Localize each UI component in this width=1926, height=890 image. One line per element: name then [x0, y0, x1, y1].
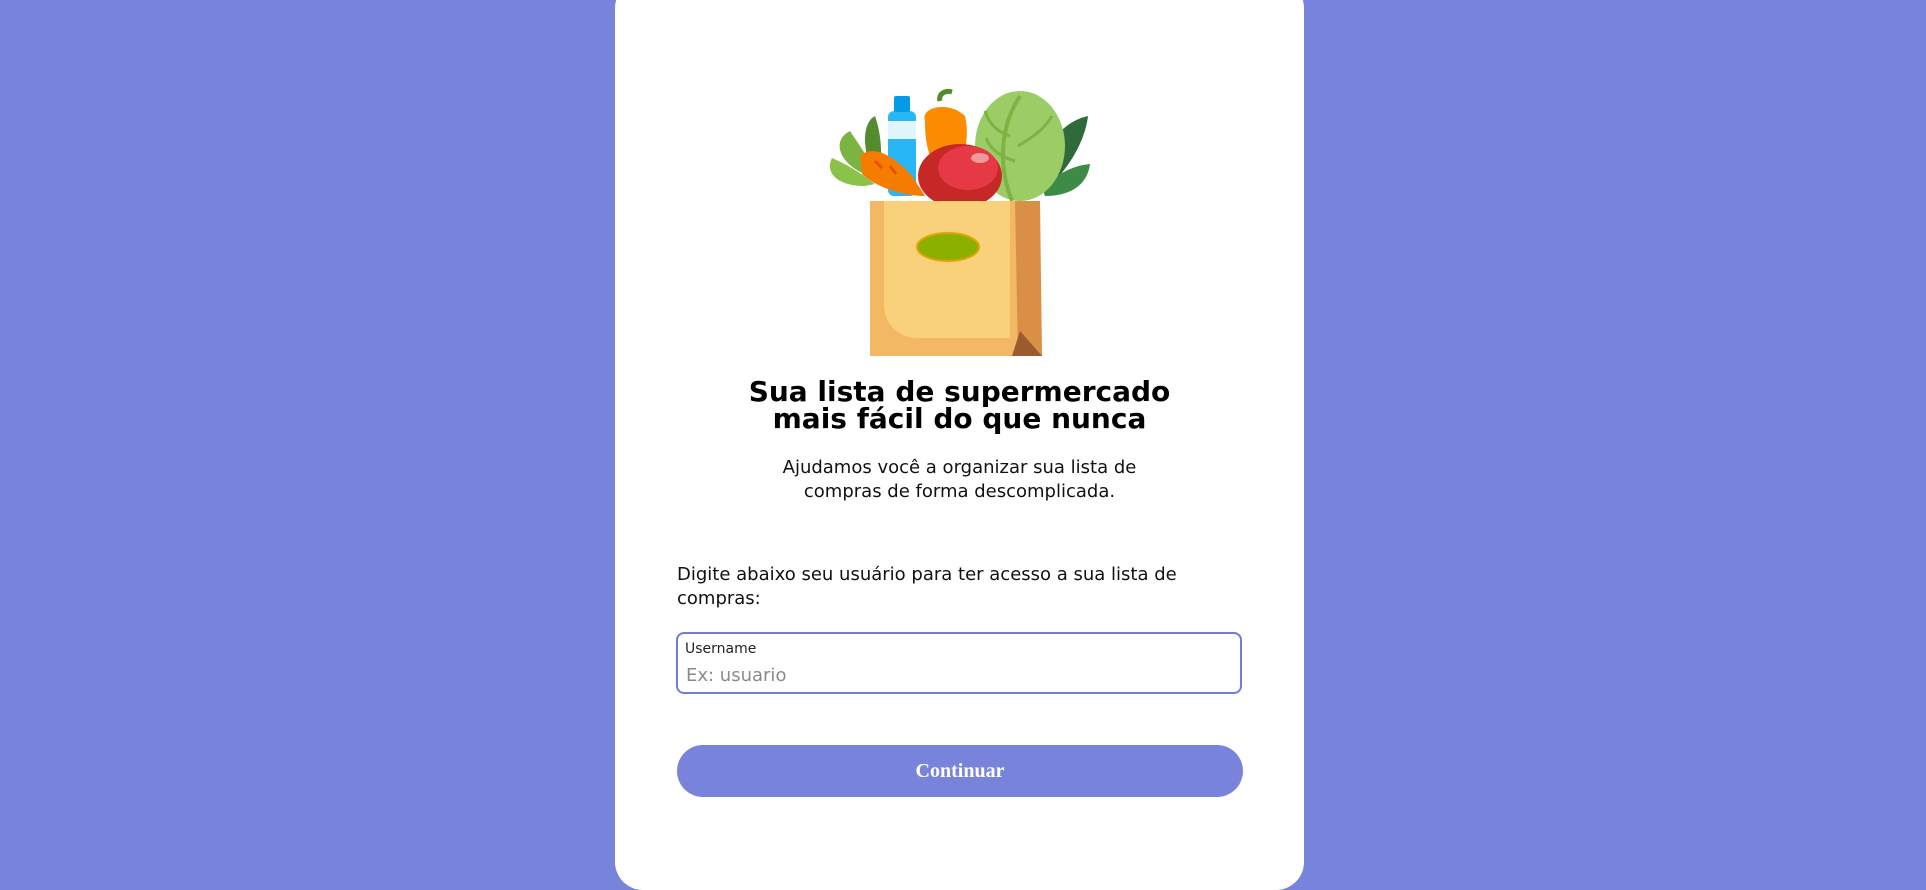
grocery-bag-illustration: [829, 89, 1090, 356]
page-subtitle: Ajudamos você a organizar sua lista de c…: [615, 456, 1304, 504]
username-prompt: Digite abaixo seu usuário para ter acess…: [677, 564, 1177, 609]
continue-button[interactable]: Continuar: [677, 745, 1243, 797]
page-subtitle-line-1: Ajudamos você a organizar sua lista de: [782, 457, 1137, 478]
username-field[interactable]: Username: [676, 632, 1242, 694]
username-input[interactable]: [686, 662, 1226, 688]
username-label: Username: [685, 641, 757, 657]
page: Sua lista de supermercado mais fácil do …: [0, 0, 1926, 890]
page-title: Sua lista de supermercado mais fácil do …: [615, 375, 1304, 435]
page-subtitle-line-2: compras de forma descomplicada.: [803, 481, 1116, 502]
page-title-line-2: mais fácil do que nunca: [772, 402, 1147, 435]
page-title-line-1: Sua lista de supermercado: [748, 375, 1171, 408]
